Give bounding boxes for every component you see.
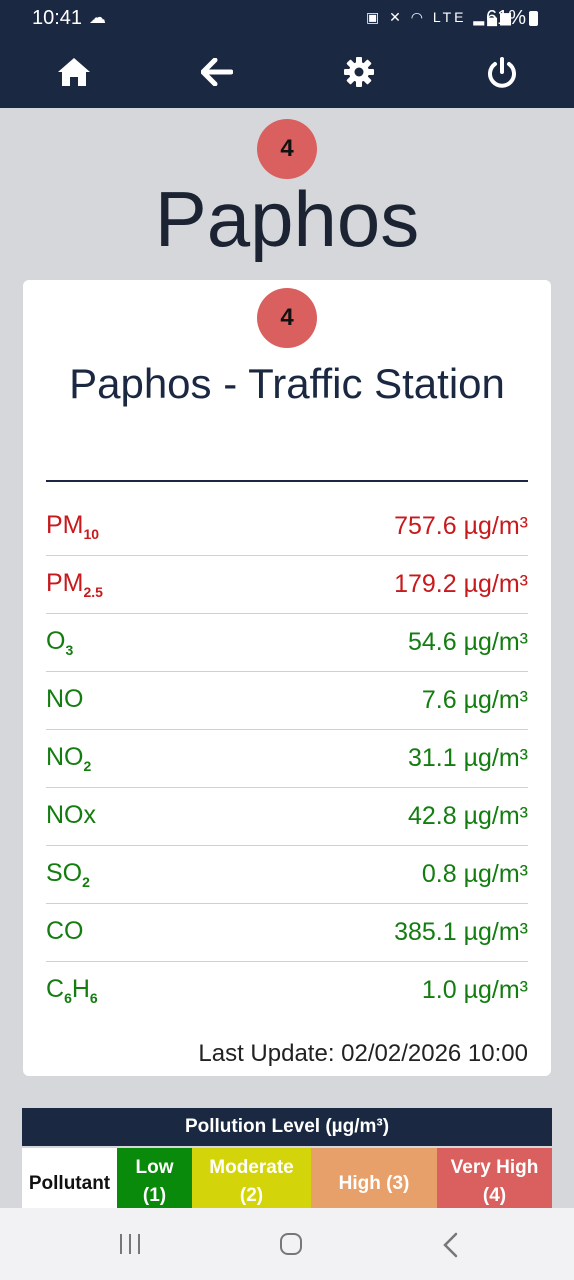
pollutant-name: SO2 xyxy=(46,859,90,890)
legend-level-very-high: Very High (4) xyxy=(437,1148,552,1208)
station-aqi-badge: 4 xyxy=(257,288,317,348)
legend-level-high: High (3) xyxy=(311,1148,437,1208)
readings-list: PM10 757.6 µg/m³ PM2.5 179.2 µg/m³ O3 54… xyxy=(46,498,528,1019)
status-time: 10:41 xyxy=(32,7,83,29)
legend-title: Pollution Level (µg/m³) xyxy=(22,1108,552,1146)
pollutant-name: NO xyxy=(46,685,84,713)
city-aqi-badge: 4 xyxy=(257,119,317,179)
battery-icon xyxy=(529,11,539,26)
nfc-icon: ▣ xyxy=(366,9,383,25)
reading-row: NO2 31.1 µg/m³ xyxy=(46,730,528,788)
battery-percent: 61% xyxy=(486,7,527,29)
pollutant-value: 31.1 µg/m³ xyxy=(407,744,528,772)
pollutant-name: PM2.5 xyxy=(46,569,103,600)
pollutant-name: NO2 xyxy=(46,743,92,774)
reading-row: CO 385.1 µg/m³ xyxy=(46,904,528,962)
app-header: 10:41 ☁ ▣ ✕ ◠ LTE ▂▄▆ 61% xyxy=(0,0,574,108)
arrow-left-icon[interactable] xyxy=(199,54,235,90)
city-title: Paphos xyxy=(154,175,420,263)
gear-icon[interactable] xyxy=(341,54,377,90)
legend-level-low: Low (1) xyxy=(117,1148,192,1208)
legend-pollutant-header: Pollutant xyxy=(22,1148,117,1208)
reading-row: PM10 757.6 µg/m³ xyxy=(46,498,528,556)
cloud-sun-icon: ☁ xyxy=(89,8,106,27)
pollutant-value: 757.6 µg/m³ xyxy=(394,512,528,540)
home-nav-icon[interactable] xyxy=(279,1232,303,1261)
mute-icon: ✕ xyxy=(389,9,404,25)
recents-icon[interactable] xyxy=(118,1232,142,1261)
volte-icon: LTE xyxy=(432,9,467,25)
pollutant-name: CO xyxy=(46,917,84,945)
pollutant-name: NOx xyxy=(46,801,96,829)
pollutant-name: O3 xyxy=(46,627,74,658)
pollutant-value: 179.2 µg/m³ xyxy=(394,570,528,598)
wifi-icon: ◠ xyxy=(410,9,426,25)
pollutant-name: C6H6 xyxy=(46,975,98,1006)
pollutant-value: 0.8 µg/m³ xyxy=(421,860,528,888)
battery-status: 61% xyxy=(486,7,539,30)
home-icon[interactable] xyxy=(56,54,92,90)
station-divider xyxy=(46,480,528,482)
reading-row: SO2 0.8 µg/m³ xyxy=(46,846,528,904)
power-icon[interactable] xyxy=(484,54,520,90)
reading-row: O3 54.6 µg/m³ xyxy=(46,614,528,672)
pollutant-name: PM10 xyxy=(46,511,100,542)
status-bar: 10:41 ☁ ▣ ✕ ◠ LTE ▂▄▆ 61% xyxy=(0,0,574,38)
pollutant-value: 1.0 µg/m³ xyxy=(421,976,528,1004)
pollutant-value: 54.6 µg/m³ xyxy=(407,628,528,656)
reading-row: C6H6 1.0 µg/m³ xyxy=(46,962,528,1019)
reading-row: NO 7.6 µg/m³ xyxy=(46,672,528,730)
pollutant-value: 42.8 µg/m³ xyxy=(407,802,528,830)
legend-level-moderate: Moderate (2) xyxy=(192,1148,311,1208)
station-title: Paphos - Traffic Station xyxy=(69,360,505,407)
pollutant-value: 385.1 µg/m³ xyxy=(394,918,528,946)
reading-row: PM2.5 179.2 µg/m³ xyxy=(46,556,528,614)
reading-row: NOx 42.8 µg/m³ xyxy=(46,788,528,846)
back-nav-icon[interactable] xyxy=(441,1232,461,1263)
last-update: Last Update: 02/02/2026 10:00 xyxy=(198,1040,528,1067)
pollutant-value: 7.6 µg/m³ xyxy=(421,686,528,714)
